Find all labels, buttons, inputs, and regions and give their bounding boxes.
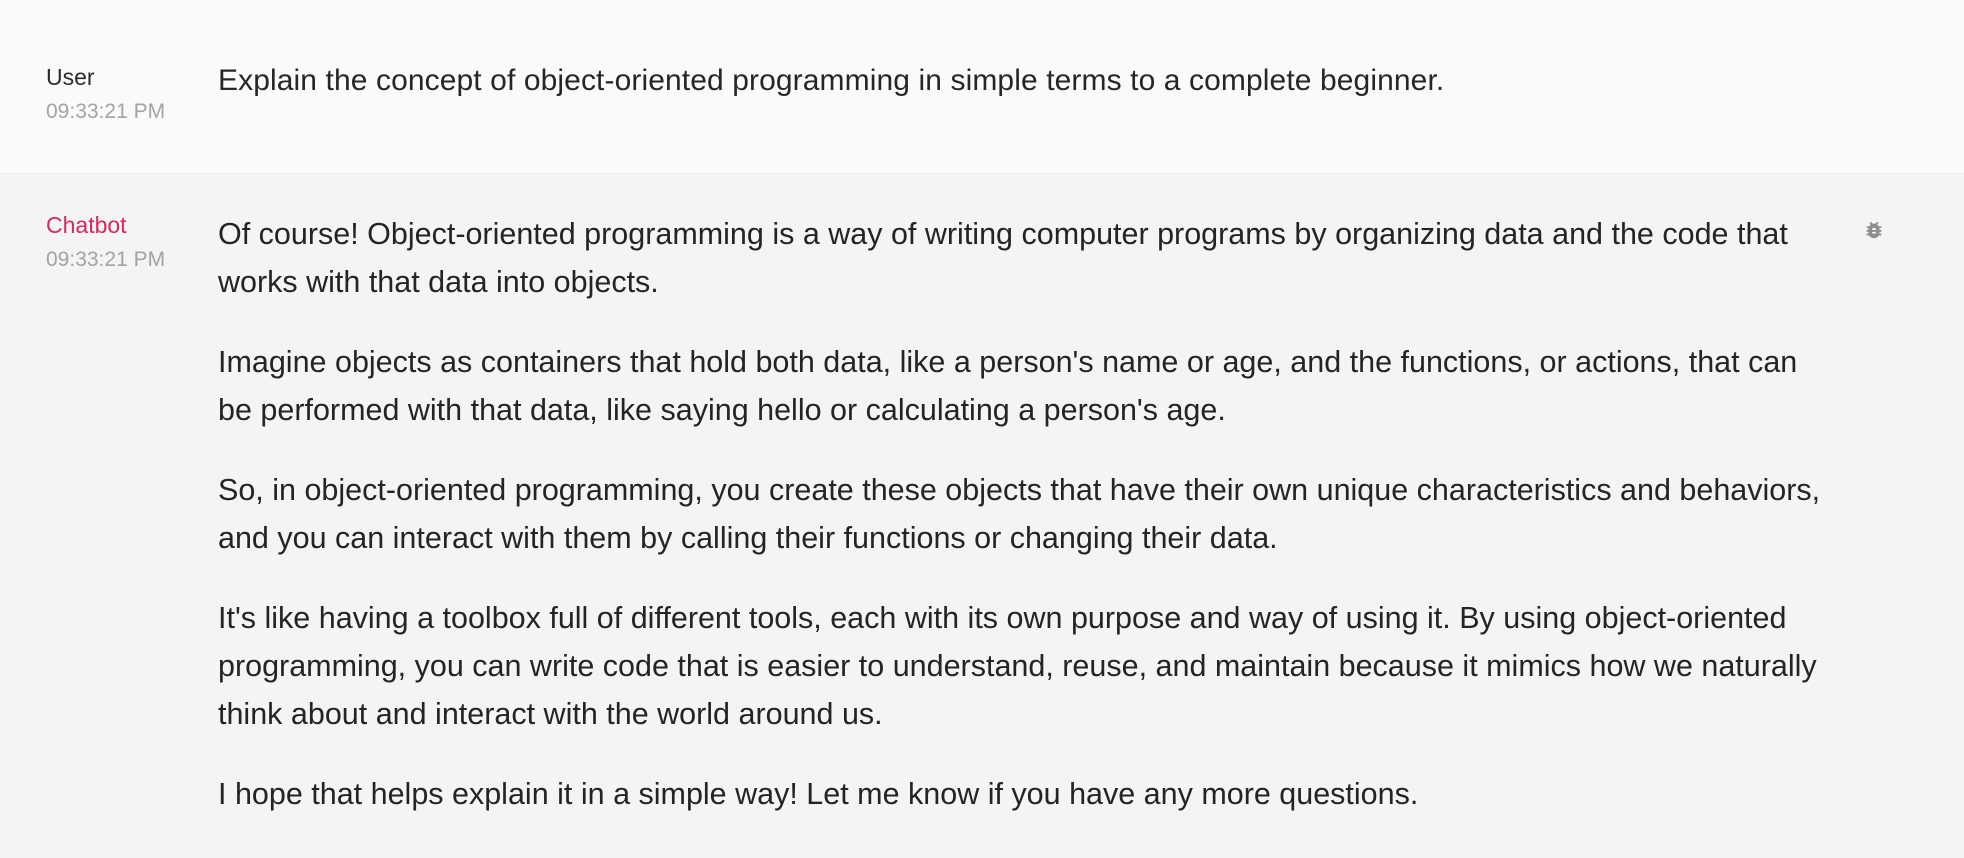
user-message: User 09:33:21 PM Explain the concept of … <box>0 0 1964 174</box>
author-name: Chatbot <box>46 212 127 238</box>
timestamp: 09:33:21 PM <box>46 100 166 123</box>
debug-button[interactable] <box>1860 216 1888 244</box>
user-prompt-text: Explain the concept of object-oriented p… <box>218 64 1445 97</box>
bot-message: Chatbot 09:33:21 PM Of course! Object-or… <box>0 174 1964 848</box>
bug-icon <box>1866 221 1882 239</box>
message-content: Explain the concept of object-oriented p… <box>218 62 1898 173</box>
response-paragraph: It's like having a toolbox full of diffe… <box>218 601 1817 731</box>
chat-thread: User 09:33:21 PM Explain the concept of … <box>0 0 1964 858</box>
message-content: Of course! Object-oriented programming i… <box>218 210 1898 848</box>
bot-response-body: Of course! Object-oriented programming i… <box>218 210 1838 818</box>
response-paragraph: Of course! Object-oriented programming i… <box>218 217 1788 299</box>
message-meta: Chatbot 09:33:21 PM <box>46 210 218 848</box>
timestamp: 09:33:21 PM <box>46 248 166 271</box>
author-name: User <box>46 64 95 90</box>
response-paragraph: I hope that helps explain it in a simple… <box>218 777 1419 811</box>
response-paragraph: So, in object-oriented programming, you … <box>218 473 1821 555</box>
message-meta: User 09:33:21 PM <box>46 62 218 173</box>
response-paragraph: Imagine objects as containers that hold … <box>218 345 1798 427</box>
